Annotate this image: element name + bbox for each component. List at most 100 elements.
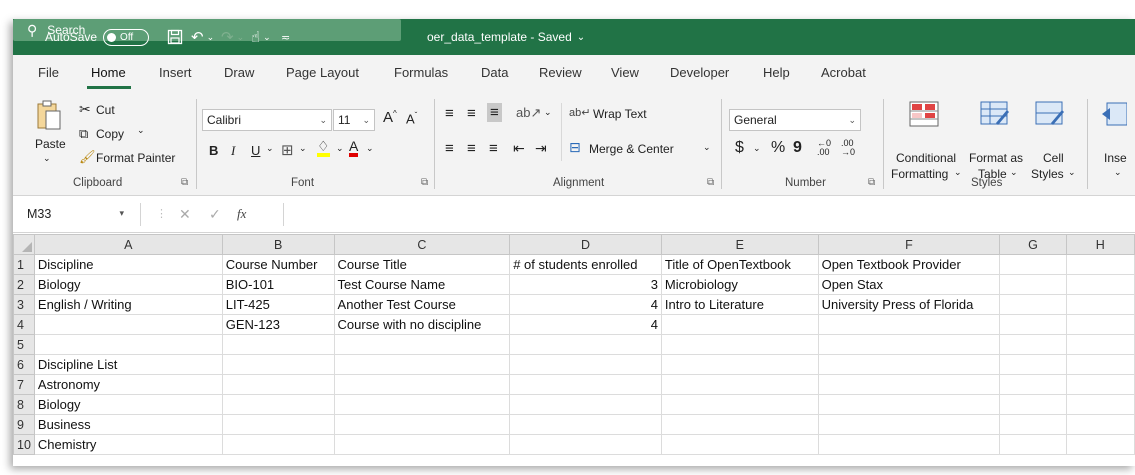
increase-font-size-button[interactable]: A^	[383, 109, 397, 126]
column-header-e[interactable]: E	[660, 234, 819, 255]
cell-h1[interactable]	[1065, 254, 1135, 275]
cell-c6[interactable]	[333, 354, 511, 375]
cell-g6[interactable]	[999, 354, 1067, 375]
column-header-d[interactable]: D	[509, 234, 662, 255]
cell-f4[interactable]	[817, 314, 1001, 335]
cell-h2[interactable]	[1065, 274, 1135, 295]
merge-center-icon[interactable]: ⊟	[569, 139, 581, 156]
name-box[interactable]: M33 ▾	[19, 203, 141, 226]
cell-e1[interactable]: Title of OpenTextbook	[660, 254, 819, 275]
cell-e4[interactable]	[660, 314, 819, 335]
cell-e9[interactable]	[660, 414, 819, 435]
cell-c8[interactable]	[333, 394, 511, 415]
tab-page-layout[interactable]: Page Layout	[286, 65, 359, 80]
align-left-icon[interactable]: ≡	[445, 140, 454, 157]
cell-c4[interactable]: Course with no discipline	[333, 314, 511, 335]
cell-c1[interactable]: Course Title	[333, 254, 511, 275]
number-launcher-icon[interactable]: ⧉	[868, 177, 875, 188]
underline-dropdown-icon[interactable]: ⌄	[266, 143, 274, 154]
cell-a3[interactable]: English / Writing	[33, 294, 223, 315]
column-header-a[interactable]: A	[33, 234, 223, 255]
font-launcher-icon[interactable]: ⧉	[421, 177, 428, 188]
save-button[interactable]	[167, 19, 183, 55]
cell-b8[interactable]	[221, 394, 335, 415]
font-size-combo[interactable]: 11 ⌄	[333, 109, 375, 131]
cell-h9[interactable]	[1065, 414, 1135, 435]
column-header-h[interactable]: H	[1065, 234, 1135, 255]
orientation-dropdown-icon[interactable]: ⌄	[544, 107, 552, 118]
cell-a8[interactable]: Biology	[33, 394, 223, 415]
row-header[interactable]: 7	[13, 374, 35, 395]
cell-h4[interactable]	[1065, 314, 1135, 335]
align-bottom-icon[interactable]: ≡	[487, 103, 502, 122]
cell-a2[interactable]: Biology	[33, 274, 223, 295]
font-color-button[interactable]: A	[349, 139, 359, 157]
cell-g2[interactable]	[999, 274, 1067, 295]
cell-g3[interactable]	[999, 294, 1067, 315]
cell-b2[interactable]: BIO-101	[221, 274, 335, 295]
column-header-b[interactable]: B	[221, 234, 335, 255]
qat-more-button[interactable]: ≂	[281, 19, 290, 55]
column-header-c[interactable]: C	[333, 234, 511, 255]
cell-e7[interactable]	[660, 374, 819, 395]
cell-f3[interactable]: University Press of Florida	[817, 294, 1001, 315]
cell-b5[interactable]	[221, 334, 335, 355]
autosave-switch[interactable]: Off	[103, 28, 150, 46]
tab-developer[interactable]: Developer	[670, 65, 729, 80]
document-title[interactable]: oer_data_template - Saved ⌄	[427, 19, 585, 55]
cell-b6[interactable]	[221, 354, 335, 375]
cell-e6[interactable]	[660, 354, 819, 375]
cell-g9[interactable]	[999, 414, 1067, 435]
wrap-text-icon[interactable]: ab↵	[569, 106, 590, 119]
cell-a1[interactable]: Discipline	[33, 254, 223, 275]
cell-a4[interactable]	[33, 314, 223, 335]
cell-d5[interactable]	[509, 334, 662, 355]
select-all-corner[interactable]	[13, 234, 35, 255]
orientation-icon[interactable]: ab↗	[516, 105, 541, 121]
cell-d8[interactable]	[509, 394, 662, 415]
cell-f1[interactable]: Open Textbook Provider	[817, 254, 1001, 275]
cell-f9[interactable]	[817, 414, 1001, 435]
row-header[interactable]: 2	[13, 274, 35, 295]
cell-g5[interactable]	[999, 334, 1067, 355]
row-header[interactable]: 9	[13, 414, 35, 435]
row-header[interactable]: 5	[13, 334, 35, 355]
cell-d1[interactable]: # of students enrolled	[509, 254, 662, 275]
cell-g7[interactable]	[999, 374, 1067, 395]
customize-qat-button[interactable]: ☝ ⌄	[251, 19, 271, 55]
fill-color-icon[interactable]: ♢	[317, 139, 330, 157]
cell-d2[interactable]: 3	[509, 274, 662, 295]
cell-d4[interactable]: 4	[509, 314, 662, 335]
tab-help[interactable]: Help	[763, 65, 790, 80]
cell-e10[interactable]	[660, 434, 819, 455]
tab-insert[interactable]: Insert	[159, 65, 192, 80]
alignment-launcher-icon[interactable]: ⧉	[707, 177, 714, 188]
currency-button[interactable]: $	[735, 139, 744, 157]
cell-c10[interactable]	[333, 434, 511, 455]
cell-g8[interactable]	[999, 394, 1067, 415]
row-header[interactable]: 4	[13, 314, 35, 335]
borders-dropdown-icon[interactable]: ⌄	[299, 143, 307, 154]
fill-color-dropdown-icon[interactable]: ⌄	[336, 143, 344, 154]
cell-h3[interactable]	[1065, 294, 1135, 315]
cell-h8[interactable]	[1065, 394, 1135, 415]
tab-formulas[interactable]: Formulas	[394, 65, 448, 80]
cell-g1[interactable]	[999, 254, 1067, 275]
undo-button[interactable]: ↶ ⌄	[191, 19, 214, 55]
increase-decimal-icon[interactable]: ←0.00	[817, 139, 831, 157]
cell-h5[interactable]	[1065, 334, 1135, 355]
column-header-f[interactable]: F	[817, 234, 1001, 255]
align-top-icon[interactable]: ≡	[445, 105, 454, 122]
cell-d10[interactable]	[509, 434, 662, 455]
cell-c3[interactable]: Another Test Course	[333, 294, 511, 315]
tab-acrobat[interactable]: Acrobat	[821, 65, 866, 80]
borders-icon[interactable]: ⊞	[281, 141, 294, 159]
cell-a10[interactable]: Chemistry	[33, 434, 223, 455]
cell-e3[interactable]: Intro to Literature	[660, 294, 819, 315]
column-header-g[interactable]: G	[999, 234, 1067, 255]
decrease-indent-icon[interactable]: ⇤	[513, 140, 525, 157]
cell-h7[interactable]	[1065, 374, 1135, 395]
tab-review[interactable]: Review	[539, 65, 582, 80]
increase-indent-icon[interactable]: ⇥	[535, 140, 547, 157]
cell-f6[interactable]	[817, 354, 1001, 375]
